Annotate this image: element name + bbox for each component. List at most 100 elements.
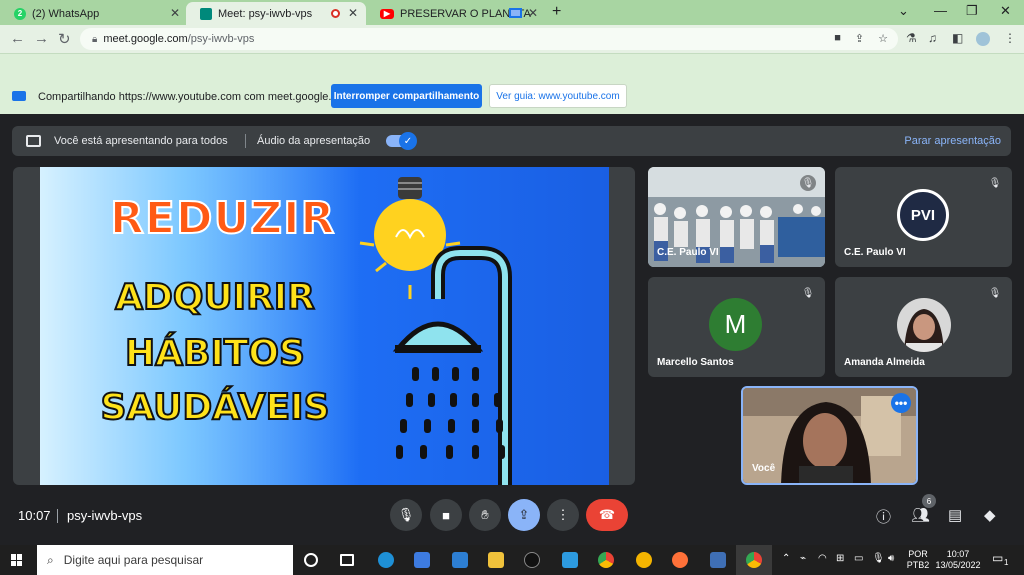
more-options-icon[interactable]: ••• (891, 393, 911, 413)
back-icon[interactable]: ← (10, 30, 25, 47)
volume-icon[interactable]: 🔊︎ (888, 553, 894, 564)
search-placeholder: Digite aqui para pesquisar (63, 553, 204, 567)
meeting-time: 10:07 (18, 508, 51, 523)
extension-icon[interactable]: ⚗ (906, 31, 917, 45)
language-indicator[interactable]: POR PTB2 (904, 549, 932, 571)
edge-icon[interactable] (378, 552, 394, 568)
close-window-button[interactable]: ✕ (1000, 3, 1011, 19)
menu-dots-icon[interactable]: ⋮ (1004, 31, 1016, 45)
weather-icon[interactable] (636, 552, 652, 568)
raise-hand-button[interactable]: ✋︎ (469, 499, 501, 531)
leave-call-button[interactable]: ☎︎ (586, 499, 628, 531)
present-button[interactable]: ⇪ (508, 499, 540, 531)
language-top: POR (908, 549, 928, 559)
slide-line: HÁBITOS (124, 332, 306, 375)
file-explorer-icon[interactable] (488, 552, 504, 568)
firefox-icon[interactable] (672, 552, 688, 568)
participant-name: C.E. Paulo VI (657, 247, 719, 258)
participant-tile[interactable]: M 🎙︎ Marcello Santos (648, 277, 825, 377)
present-screen-icon (26, 135, 41, 147)
shared-slide: REDUZIR ADQUIRIR HÁBITOS SAUDÁVEIS (40, 167, 609, 485)
side-panel-icon[interactable]: ◧ (952, 31, 963, 45)
tab-search-icon[interactable]: ⌄ (898, 3, 909, 19)
minimize-button[interactable]: — (934, 3, 947, 18)
tray-network-icon[interactable]: ⌁ (800, 553, 806, 564)
new-tab-button[interactable]: + (552, 3, 561, 21)
system-clock[interactable]: 10:07 13/05/2022 (934, 549, 982, 571)
media-control-icon[interactable]: ♫ (928, 31, 937, 45)
close-icon[interactable]: ✕ (528, 6, 538, 20)
participant-tile[interactable]: 🎙︎ Amanda Almeida (835, 277, 1012, 377)
chrome-icon[interactable] (598, 552, 614, 568)
store-icon[interactable] (414, 552, 430, 568)
view-tab-button[interactable]: Ver guia: www.youtube.com (489, 84, 627, 108)
calculator-icon[interactable] (710, 552, 726, 568)
mic-off-icon: 🎙︎ (801, 287, 815, 299)
clock-date: 13/05/2022 (935, 560, 981, 570)
microphone-button[interactable]: 🎙︎ (390, 499, 422, 531)
wifi-icon[interactable]: ◠ (818, 553, 827, 564)
battery-icon[interactable]: ▭ (854, 553, 863, 564)
close-icon[interactable]: ✕ (170, 6, 180, 20)
self-view-tile[interactable]: ••• Você (741, 386, 918, 485)
presenting-message: Você está apresentando para todos (54, 135, 228, 147)
cortana-icon[interactable] (304, 553, 318, 567)
tab-meet[interactable]: Meet: psy-iwvb-vps ✕ (186, 2, 366, 25)
tab-title: (2) WhatsApp (32, 7, 100, 20)
camera-button[interactable]: ■ (430, 499, 462, 531)
people-icon[interactable]: 👥︎ (911, 506, 930, 524)
stop-presenting-button[interactable]: Parar apresentação (904, 135, 1001, 147)
forward-icon[interactable]: → (34, 30, 49, 47)
lock-icon: 🔒︎ (92, 33, 98, 45)
dell-icon[interactable] (524, 552, 540, 568)
slide-heading: REDUZIR (109, 192, 336, 245)
reload-icon[interactable]: ↻ (58, 30, 71, 48)
tray-chevron-icon[interactable]: ⌃ (782, 553, 790, 564)
close-icon[interactable]: ✕ (348, 6, 358, 20)
notifications-icon[interactable]: ▭ (992, 551, 1003, 565)
tab-youtube[interactable]: ▶ PRESERVAR O PLANETA COM ✕ (366, 2, 546, 25)
windows-taskbar: ⌕ Digite aqui para pesquisar ⌃ ⌁ ◠ ⊞ ▭ 🎙… (0, 545, 1024, 575)
restore-button[interactable]: ❐ (966, 3, 978, 19)
bookmark-star-icon[interactable]: ☆ (878, 32, 888, 45)
chat-icon[interactable]: ▤ (948, 506, 962, 524)
menu-dots-icon: ⋮ (556, 507, 570, 522)
participant-name: Marcello Santos (657, 357, 734, 368)
presenting-bar: Você está apresentando para todos Áudio … (12, 126, 1011, 156)
windows-start-icon[interactable] (11, 554, 23, 566)
tab-whatsapp[interactable]: 2 (2) WhatsApp ✕ (0, 2, 188, 25)
recording-indicator-icon (331, 9, 340, 18)
mic-icon: 🎙︎ (397, 507, 415, 522)
mic-off-icon: 🎙︎ (988, 177, 1002, 189)
participant-tile[interactable]: PVI 🎙︎ C.E. Paulo VI (835, 167, 1012, 267)
mic-tray-icon[interactable]: 🎙︎ (872, 553, 885, 564)
participant-tile[interactable]: 🎙︎ C.E. Paulo VI (648, 167, 825, 267)
stop-sharing-button[interactable]: Interromper compartilhamento (331, 84, 482, 108)
presentation-stage: REDUZIR ADQUIRIR HÁBITOS SAUDÁVEIS (13, 167, 635, 485)
sharing-message: Compartilhando https://www.youtube.com c… (38, 91, 353, 103)
search-icon: ⌕ (47, 552, 54, 567)
mic-off-icon: 🎙︎ (800, 175, 816, 191)
taskbar-search[interactable]: ⌕ Digite aqui para pesquisar (37, 545, 293, 575)
profile-avatar[interactable] (976, 32, 990, 46)
presentation-audio-label: Áudio da apresentação (257, 135, 371, 147)
tab-title: Meet: psy-iwvb-vps (218, 7, 313, 20)
meeting-info-icon[interactable]: ⓘ (876, 506, 891, 527)
tray-app-icon[interactable]: ⊞ (836, 553, 844, 564)
activities-icon[interactable]: ◆ (984, 506, 996, 524)
camera-in-use-icon[interactable]: ■ (834, 32, 841, 45)
chrome-active-icon[interactable] (746, 552, 762, 568)
mail-icon[interactable] (452, 552, 468, 568)
divider (57, 509, 58, 523)
share-icon[interactable]: ⇪ (855, 32, 864, 45)
address-bar[interactable]: 🔒︎ meet.google.com/psy-iwvb-vps ■ ⇪ ☆ (80, 28, 898, 50)
check-icon: ✓ (399, 132, 417, 150)
tab-sharing-bar: Compartilhando https://www.youtube.com c… (0, 53, 1024, 114)
app-icon[interactable] (562, 552, 578, 568)
task-view-icon[interactable] (340, 554, 354, 566)
presentation-audio-toggle[interactable]: ✓ (386, 132, 417, 150)
divider (245, 134, 246, 148)
more-options-button[interactable]: ⋮ (547, 499, 579, 531)
youtube-icon: ▶ (380, 8, 394, 19)
url-host: meet.google.com (103, 33, 188, 45)
